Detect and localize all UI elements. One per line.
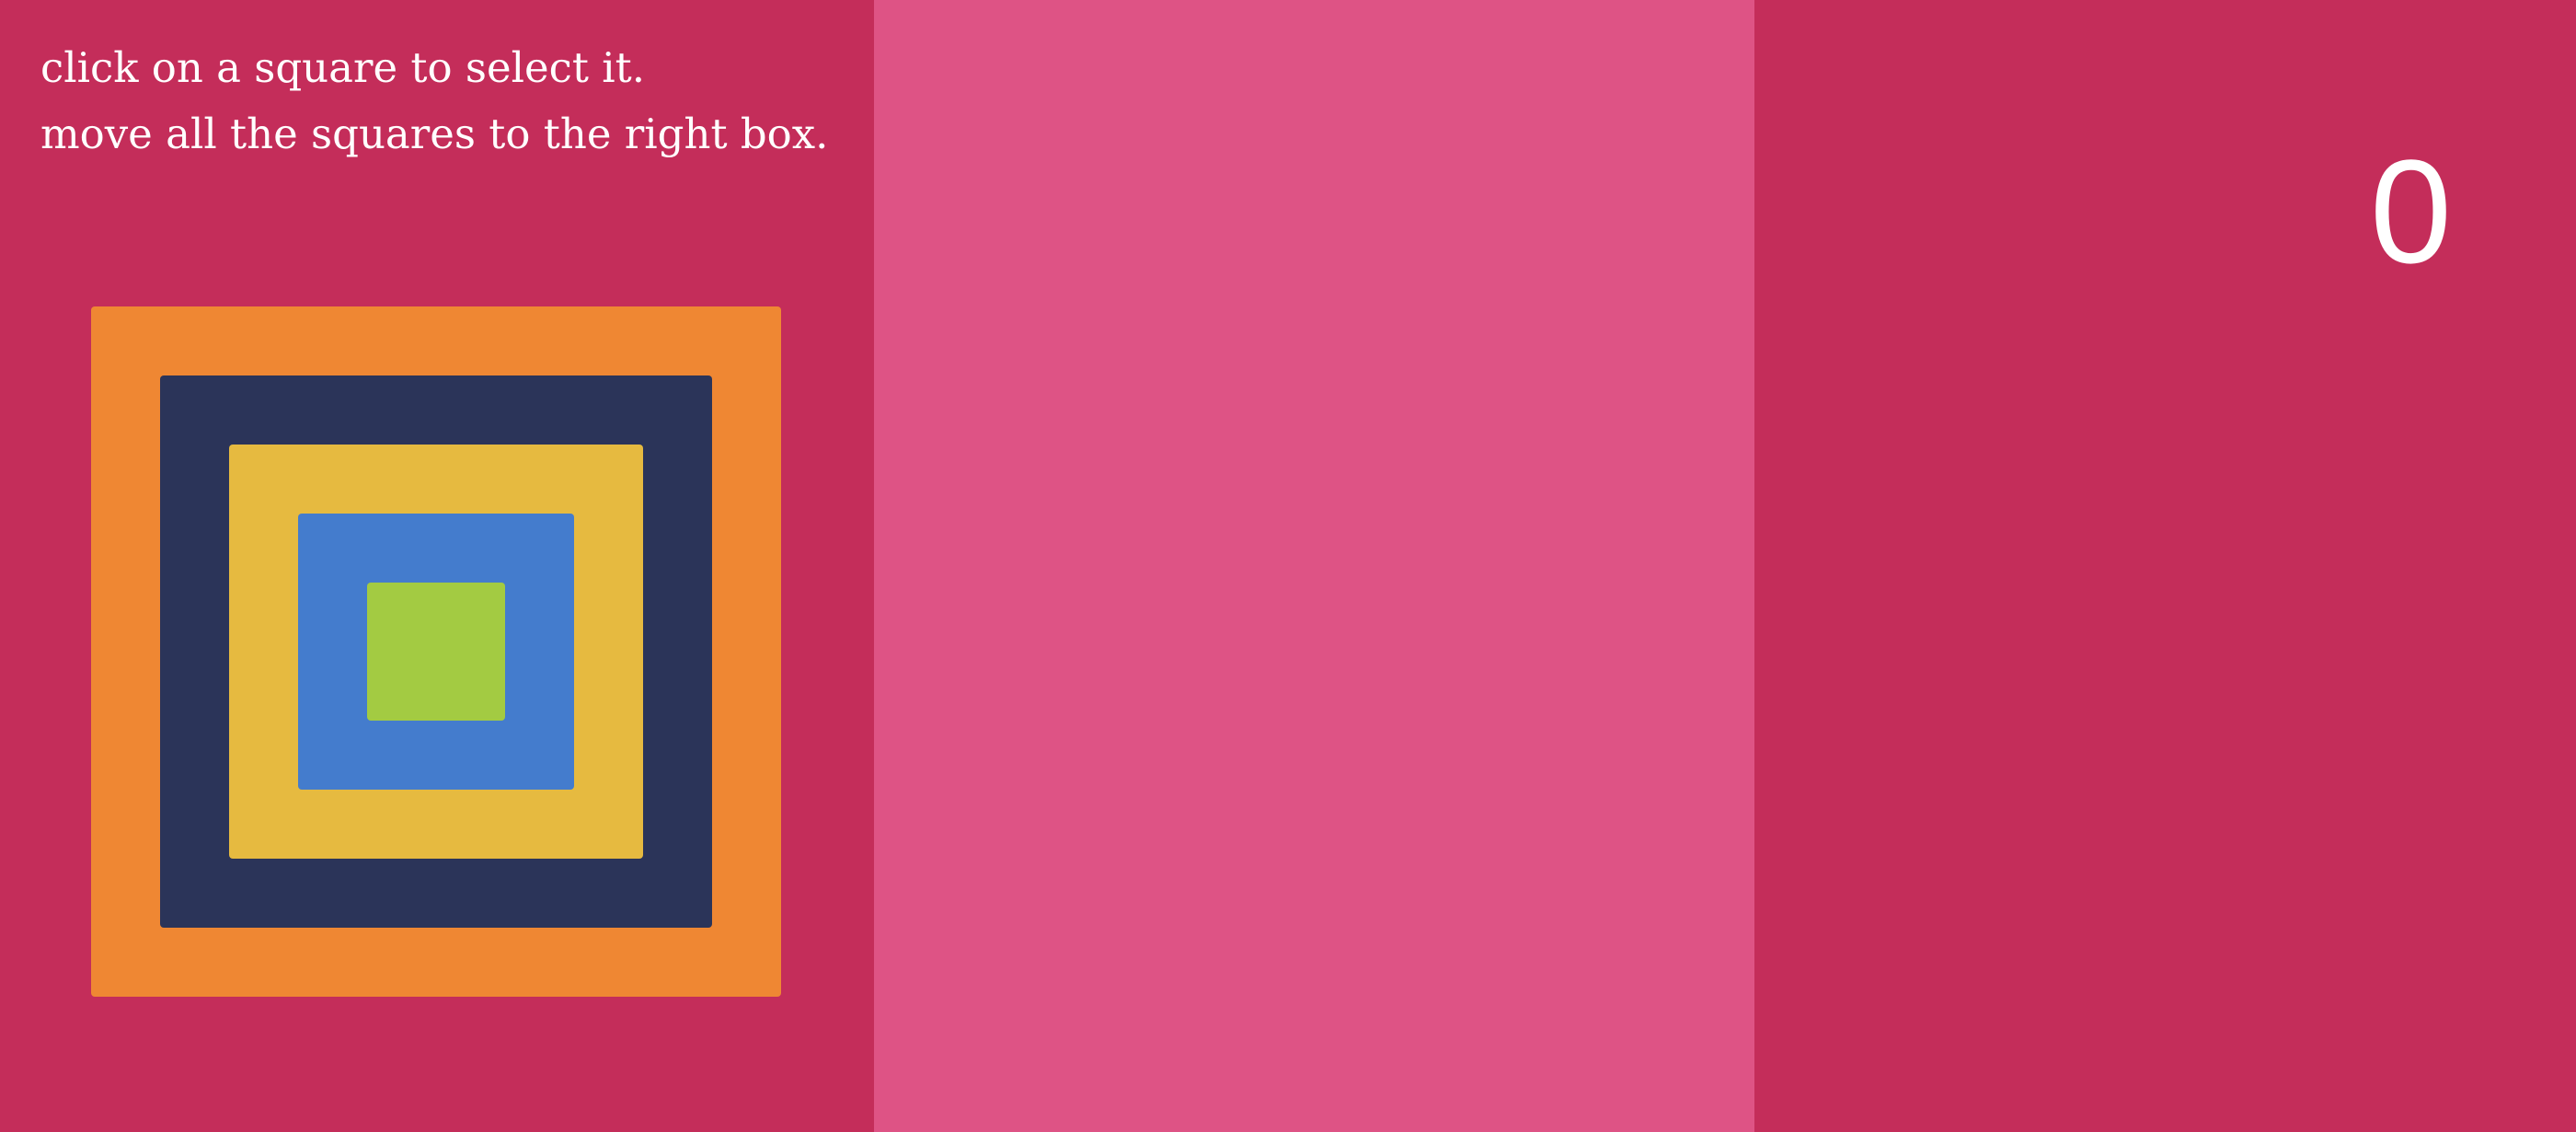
instructions: click on a square to select it. move all…: [40, 35, 828, 167]
move-counter: 0: [2370, 129, 2452, 294]
square-green[interactable]: [367, 583, 505, 721]
instruction-line-select: click on a square to select it.: [40, 43, 646, 92]
instruction-line-goal: move all the squares to the right box.: [40, 110, 829, 158]
right-column[interactable]: [1754, 0, 2576, 1132]
middle-column[interactable]: [874, 0, 1754, 1132]
